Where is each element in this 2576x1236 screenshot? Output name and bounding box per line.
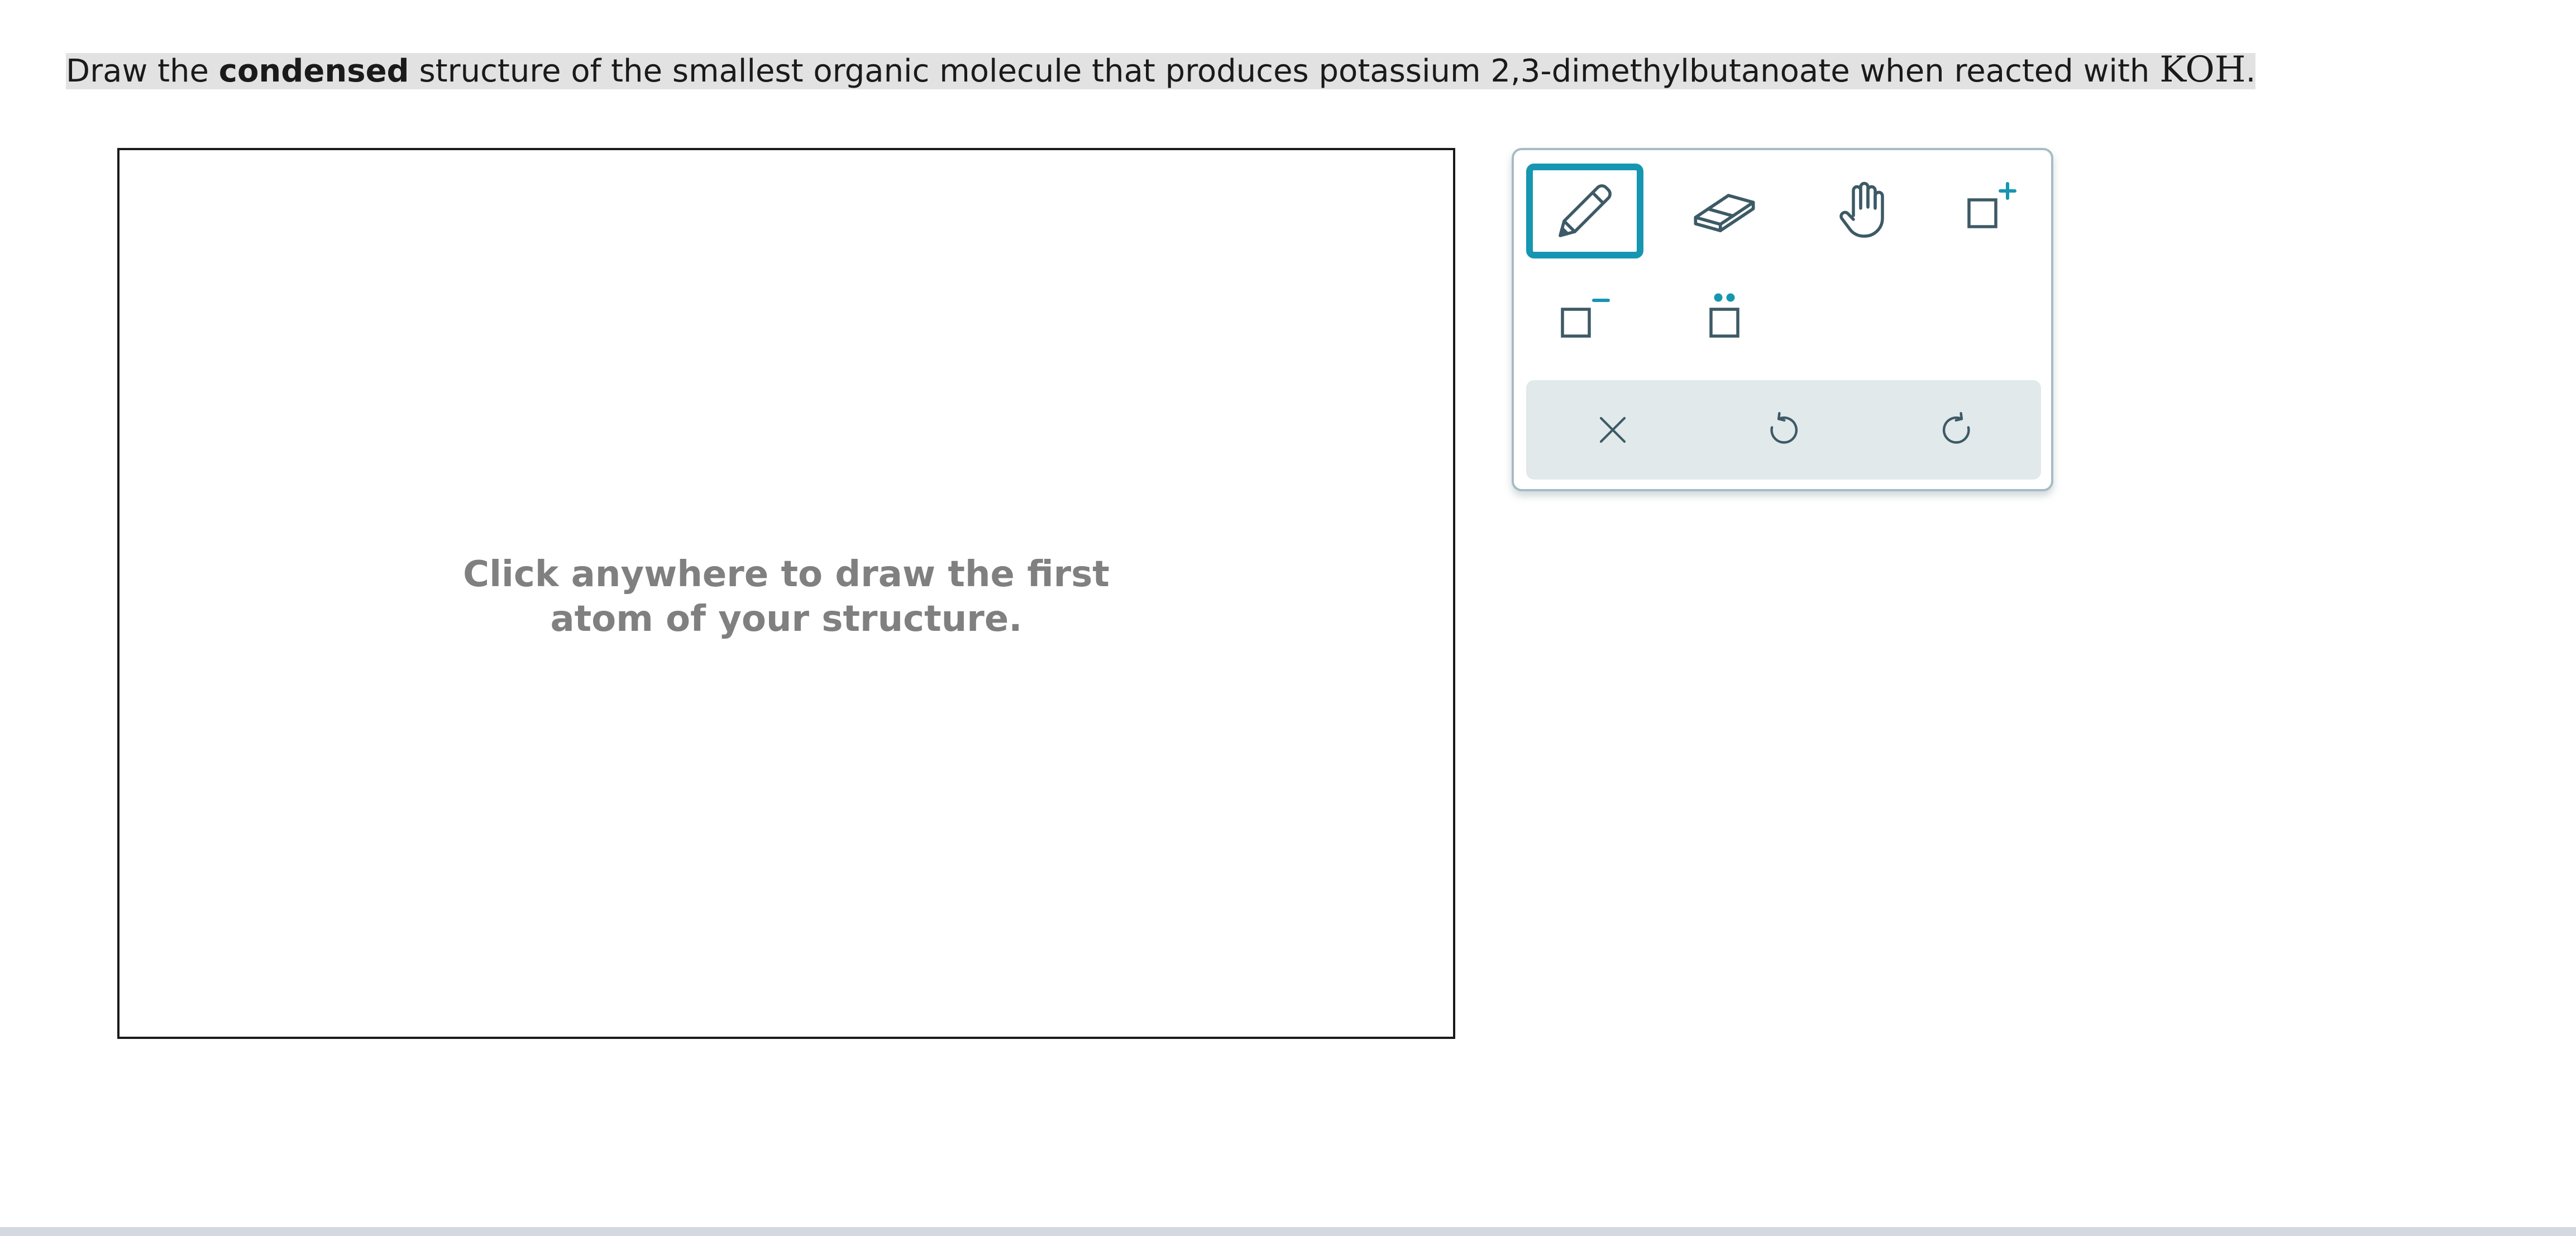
question-prompt: Draw the condensed structure of the smal… bbox=[66, 43, 2256, 97]
eraser-tool-button[interactable] bbox=[1666, 164, 1783, 258]
question-text-part2: structure of the smallest organic molecu… bbox=[409, 53, 2160, 89]
hand-tool-button[interactable] bbox=[1805, 164, 1923, 258]
question-text-highlight: Draw the condensed structure of the smal… bbox=[66, 49, 2256, 90]
canvas-hint-line1: Click anywhere to draw the first bbox=[463, 554, 1110, 595]
drawing-toolbar bbox=[1512, 148, 2053, 491]
canvas-hint: Click anywhere to draw the first atom of… bbox=[120, 552, 1453, 641]
negative-charge-icon bbox=[1561, 299, 1610, 338]
clear-button[interactable] bbox=[1557, 380, 1669, 480]
undo-button[interactable] bbox=[1728, 380, 1839, 480]
redo-button[interactable] bbox=[1901, 380, 2013, 480]
redo-icon bbox=[1942, 412, 1970, 444]
canvas-hint-line2: atom of your structure. bbox=[550, 598, 1022, 640]
pencil-tool-button[interactable] bbox=[1526, 164, 1643, 258]
undo-icon bbox=[1770, 412, 1798, 444]
hand-icon bbox=[1839, 181, 1884, 238]
drawing-canvas[interactable]: Click anywhere to draw the first atom of… bbox=[117, 148, 1455, 1039]
bottom-strip bbox=[0, 1227, 2576, 1236]
eraser-icon bbox=[1694, 194, 1755, 232]
close-icon bbox=[1599, 416, 1626, 443]
positive-charge-tool-button[interactable] bbox=[1933, 164, 2050, 258]
question-text-part1: Draw the bbox=[66, 53, 219, 89]
pencil-icon bbox=[1559, 184, 1612, 237]
lone-pair-tool-button[interactable] bbox=[1666, 273, 1783, 368]
question-emphasis: condensed bbox=[218, 53, 409, 89]
page: Draw the condensed structure of the smal… bbox=[0, 0, 2576, 1236]
negative-charge-tool-button[interactable] bbox=[1526, 273, 1643, 368]
positive-charge-icon bbox=[1967, 182, 2016, 228]
question-period: . bbox=[2245, 53, 2256, 89]
action-bar bbox=[1526, 380, 2041, 480]
lone-pair-icon bbox=[1709, 293, 1739, 338]
reagent-formula: KOH bbox=[2159, 49, 2246, 90]
